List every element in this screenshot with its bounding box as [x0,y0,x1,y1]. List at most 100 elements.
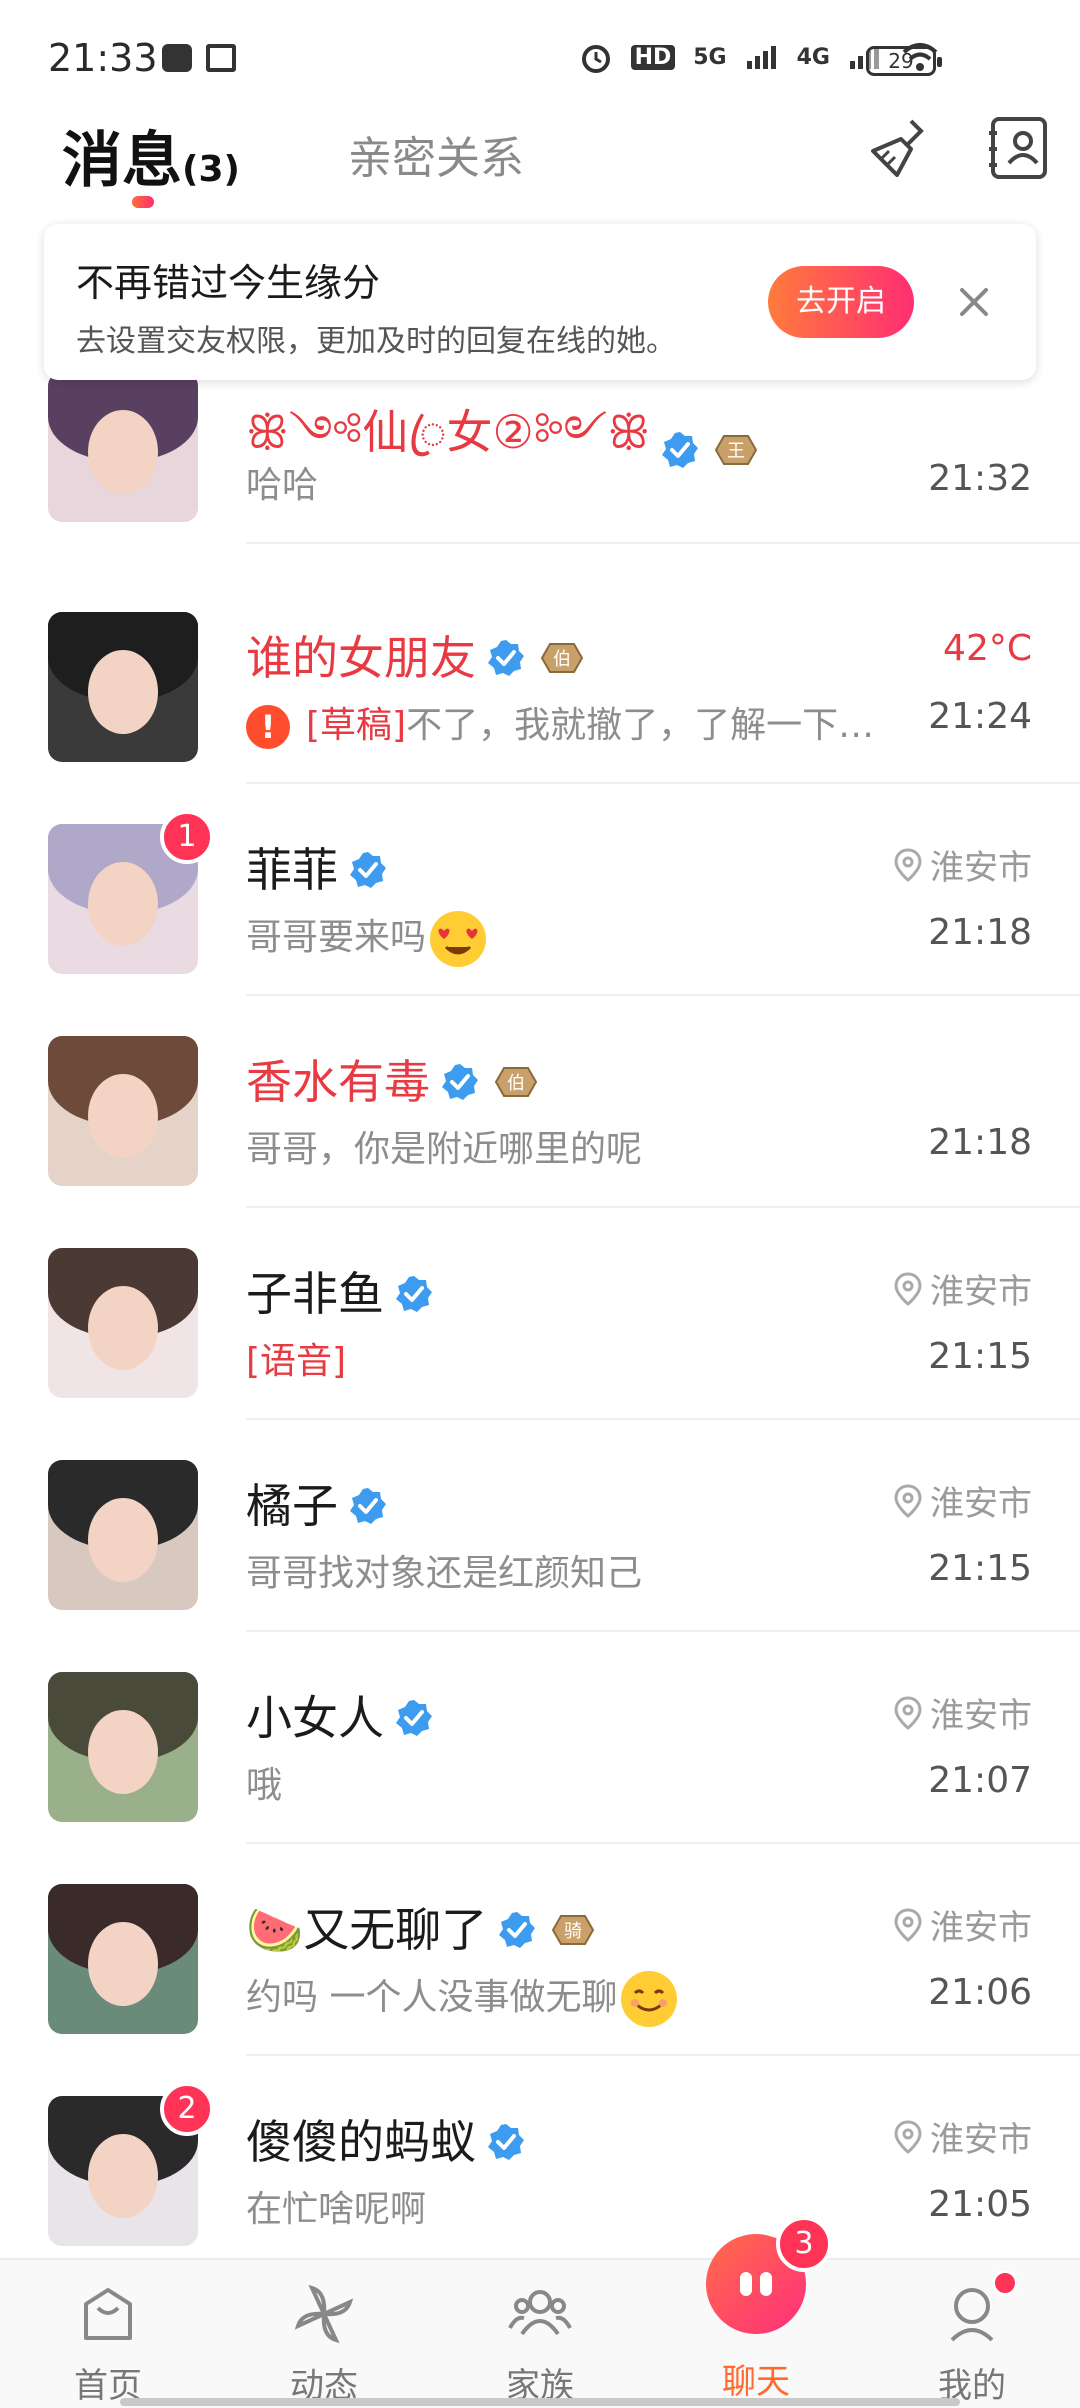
row-divider [246,782,1080,784]
list-item[interactable]: 子非鱼 淮安市 [语音] 21:15 [0,1228,1080,1440]
preview-text: 哈哈 [246,465,319,506]
location-text: 淮安市 [930,1908,1032,1948]
unread-badge: 1 [160,810,214,864]
tab-relations[interactable]: 亲密关系 [348,122,524,186]
contact-name: 子非鱼 [246,1258,434,1324]
list-item[interactable]: 橘子 淮安市哥哥找对象还是红颜知己 21:15 [0,1440,1080,1652]
avatar-face [88,410,158,494]
contact-name-text: 香水有毒 [246,1055,430,1109]
status-left-icons [162,44,236,72]
location-label: 淮安市 [894,1688,1032,1737]
avatar[interactable] [48,1460,198,1610]
preview-text: 哥哥找对象还是红颜知己 [246,1553,643,1594]
bottom-nav: 首页 动态 家族 聊天 3 我的 [0,2216,1080,2408]
avatar[interactable] [48,1036,198,1186]
verified-icon [486,635,526,676]
list-item[interactable]: 2 傻傻的蚂蚁 淮安市 在忙啥呢啊 21:05 [0,2076,1080,2288]
avatar-face [88,862,158,946]
close-icon[interactable] [948,276,1000,328]
nav-home[interactable]: 首页 [28,2282,188,2407]
rank-badge-icon: 伯 [490,1059,542,1099]
message-preview: 哦 [246,1756,282,1808]
list-item[interactable]: 🍉又无聊了 骑 淮安市 约吗 一个人没事做无聊 21:06 [0,1864,1080,2076]
location-label: 淮安市 [894,2112,1032,2161]
battery-icon: 29 [866,46,942,76]
location-text: 淮安市 [930,2120,1032,2160]
avatar-face [88,1286,158,1370]
location-pin-icon [894,2119,930,2154]
message-preview: ! [草稿]不了，我就撤了，了解一下… [246,696,874,749]
list-item[interactable]: 香水有毒 伯哥哥，你是附近哪里的呢 21:18 [0,1016,1080,1228]
verified-icon [348,847,388,888]
location-text: 淮安市 [930,1696,1032,1736]
verified-icon [440,1059,480,1100]
verified-icon [497,1907,537,1948]
message-time: 21:15 [928,1548,1032,1589]
alarm-icon [581,45,610,73]
family-icon [508,2290,572,2336]
avatar[interactable] [48,612,198,762]
message-preview: 哥哥找对象还是红颜知己 [246,1544,642,1596]
smile-emoji [621,1971,678,2027]
message-preview: 约吗 一个人没事做无聊 [246,1968,678,2027]
nav-moments[interactable]: 动态 [244,2282,404,2407]
contact-name-text: 谁的女朋友 [246,631,476,685]
message-time: 21:15 [928,1336,1032,1377]
tab-indicator [132,196,154,208]
home-icon [84,2288,132,2340]
5g-label: 5G [693,44,727,70]
contact-name-text: 🍉又无聊了 [246,1903,488,1957]
rank-badge-icon: 伯 [536,635,588,675]
rank-badge-icon: 王 [710,427,762,467]
broom-icon[interactable] [862,110,938,186]
message-preview: 哈哈 [246,456,318,508]
heart-eyes-emoji [430,911,487,967]
list-item[interactable]: 小女人 淮安市哦 21:07 [0,1652,1080,1864]
list-item[interactable]: ꕥ༺仙ꦿ女②༻ꕥ 王哈哈 21:32 [0,372,1080,592]
chat-unread-badge: 3 [776,2216,832,2272]
contact-name-text: 小女人 [246,1691,384,1745]
message-time: 21:05 [928,2184,1032,2225]
book-icon [206,44,236,72]
tab-messages[interactable]: 消息(3) [62,112,240,199]
rank-badge-icon: 骑 [547,1907,599,1947]
location-text: 淮安市 [930,1272,1032,1312]
svg-text:王: 王 [727,441,745,462]
location-pin-icon [894,1483,930,1518]
preview-text: 哥哥，你是附近哪里的呢 [246,1129,643,1170]
list-item[interactable]: 1 菲菲 淮安市 哥哥要来吗 21:18 [0,804,1080,1016]
message-preview: 哥哥，你是附近哪里的呢 [246,1120,642,1172]
avatar[interactable] [48,1672,198,1822]
avatar[interactable] [48,372,198,522]
nav-family[interactable]: 家族 [460,2282,620,2407]
message-time: 21:32 [928,458,1032,499]
verified-icon [348,1483,388,1524]
contacts-icon[interactable] [980,110,1056,186]
svg-text:伯: 伯 [553,649,571,670]
avatar-face [88,2134,158,2218]
warning-icon: ! [246,705,290,749]
verified-icon [394,1695,434,1736]
contact-name: 菲菲 [246,834,388,900]
pinwheel-icon [294,2284,354,2344]
chat-icon-eye-left [740,2272,752,2296]
list-item[interactable]: 谁的女朋友 伯 42°C! [草稿]不了，我就撤了，了解一下… 21:24 [0,592,1080,804]
svg-text:骑: 骑 [564,1921,582,1942]
hd-label: HD [630,44,676,70]
avatar-face [88,1498,158,1582]
avatar[interactable] [48,1248,198,1398]
location-text: 淮安市 [930,1484,1032,1524]
verified-icon [486,2119,526,2160]
avatar-face [88,650,158,734]
location-text: 淮安市 [930,848,1032,888]
message-time: 21:24 [928,696,1032,737]
row-divider [246,542,1080,544]
message-preview: 在忙啥呢啊 [246,2180,426,2232]
avatar[interactable] [48,1884,198,2034]
banner-subtitle: 去设置交友权限，更加及时的回复在线的她。 [76,324,676,359]
enable-button[interactable]: 去开启 [768,266,914,338]
contact-name-text: 橘子 [246,1479,338,1533]
home-indicator [120,2398,960,2406]
nav-profile[interactable]: 我的 [892,2282,1052,2407]
verified-icon [394,1271,434,1312]
